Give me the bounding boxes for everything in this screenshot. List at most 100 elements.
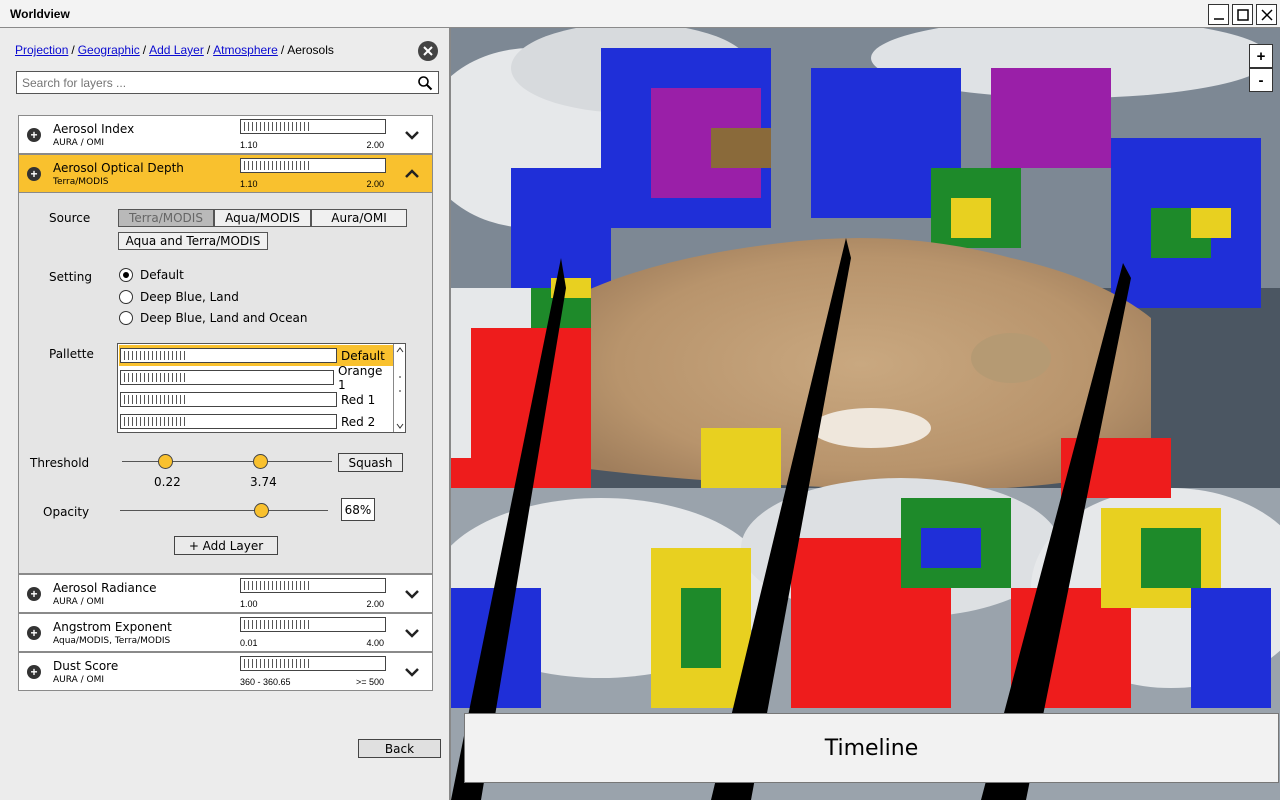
- range-min: 360 - 360.65: [240, 677, 291, 687]
- opacity-value[interactable]: 68%: [341, 498, 375, 521]
- add-layer-icon[interactable]: +: [27, 128, 41, 142]
- setting-option-label: Default: [140, 268, 184, 282]
- add-layer-icon[interactable]: +: [27, 665, 41, 679]
- timeline-panel[interactable]: Timeline: [464, 713, 1279, 783]
- range-min: 1.00: [240, 599, 258, 609]
- source-aura-omi-button[interactable]: Aura/OMI: [311, 209, 407, 227]
- layer-source: Aqua/MODIS, Terra/MODIS: [53, 636, 171, 646]
- range-min: 0.01: [240, 638, 258, 648]
- palette-preview: [240, 578, 386, 593]
- source-terra-modis-button[interactable]: Terra/MODIS: [118, 209, 214, 227]
- layer-row-dust-score[interactable]: + Dust Score AURA / OMI 360 - 360.65 >= …: [18, 652, 433, 691]
- layer-row-aerosol-optical-depth[interactable]: + Aerosol Optical Depth Terra/MODIS 1.10…: [18, 154, 433, 193]
- breadcrumb: Projection / Geographic / Add Layer / Atmosphe…: [15, 43, 334, 57]
- squash-button[interactable]: Squash: [338, 453, 403, 472]
- minimize-button[interactable]: [1208, 4, 1229, 25]
- opacity-label: Opacity: [43, 505, 90, 519]
- range-max: 2.00: [366, 599, 384, 609]
- palette-option-orange-1[interactable]: Orange 1: [119, 364, 393, 392]
- map-view[interactable]: [451, 28, 1280, 800]
- chevron-down-icon[interactable]: [404, 128, 420, 142]
- layer-name: Aerosol Index: [53, 122, 135, 136]
- chevron-down-icon[interactable]: [404, 587, 420, 601]
- breadcrumb-geographic[interactable]: Geographic: [78, 43, 140, 57]
- breadcrumb-atmosphere[interactable]: Atmosphere: [213, 43, 278, 57]
- chevron-down-icon[interactable]: [404, 665, 420, 679]
- window-titlebar: Worldview: [0, 0, 1280, 28]
- layer-row-angstrom-exponent[interactable]: + Angstrom Exponent Aqua/MODIS, Terra/MO…: [18, 613, 433, 652]
- palette-list: Default Orange 1 Red 1 Red 2: [117, 343, 406, 433]
- breadcrumb-projection[interactable]: Projection: [15, 43, 68, 57]
- radio-icon: [119, 290, 133, 304]
- layer-panel: Projection / Geographic / Add Layer / Atmosphe…: [0, 28, 451, 800]
- range-max: 2.00: [366, 140, 384, 150]
- layer-name: Aerosol Optical Depth: [53, 161, 184, 175]
- layer-detail-panel: Source Terra/MODIS Aqua/MODIS Aura/OMI A…: [18, 193, 433, 574]
- layer-source: Terra/MODIS: [53, 177, 109, 187]
- zoom-out-button[interactable]: -: [1249, 68, 1273, 92]
- setting-label: Setting: [49, 270, 92, 284]
- breadcrumb-add-layer[interactable]: Add Layer: [149, 43, 204, 57]
- close-icon: [1260, 8, 1273, 21]
- close-icon: [423, 46, 433, 56]
- threshold-max-handle[interactable]: [253, 454, 268, 469]
- layer-source: AURA / OMI: [53, 675, 105, 685]
- layer-row-aerosol-radiance[interactable]: + Aerosol Radiance AURA / OMI 1.00 2.00: [18, 574, 433, 613]
- add-layer-button[interactable]: + Add Layer: [174, 536, 278, 555]
- layer-row-aerosol-index[interactable]: + Aerosol Index AURA / OMI 1.10 2.00: [18, 115, 433, 154]
- breadcrumb-current: Aerosols: [287, 43, 334, 57]
- close-panel-button[interactable]: [418, 41, 438, 61]
- zoom-in-button[interactable]: +: [1249, 44, 1273, 68]
- palette-preview: [240, 617, 386, 632]
- setting-option-label: Deep Blue, Land: [140, 290, 239, 304]
- search-input[interactable]: [17, 72, 407, 93]
- range-max: >= 500: [355, 677, 384, 687]
- scrollbar-arrows-icon: [396, 347, 403, 429]
- maximize-button[interactable]: [1232, 4, 1253, 25]
- threshold-min-value: 0.22: [154, 475, 181, 489]
- threshold-min-handle[interactable]: [158, 454, 173, 469]
- maximize-icon: [1236, 8, 1249, 21]
- palette-preview: [240, 158, 386, 173]
- palette-option-red-2[interactable]: Red 2: [119, 411, 393, 432]
- setting-default-radio[interactable]: Default: [119, 268, 184, 282]
- source-aqua-modis-button[interactable]: Aqua/MODIS: [214, 209, 311, 227]
- radio-selected-icon: [119, 268, 133, 282]
- palette-scrollbar[interactable]: [393, 344, 405, 432]
- layer-list: + Aerosol Index AURA / OMI 1.10 2.00 + A…: [18, 115, 433, 691]
- setting-deep-blue-land-radio[interactable]: Deep Blue, Land: [119, 290, 239, 304]
- setting-deep-blue-land-ocean-radio[interactable]: Deep Blue, Land and Ocean: [119, 311, 307, 325]
- minimize-icon: [1213, 17, 1224, 20]
- search-box: [16, 71, 439, 94]
- threshold-slider-track[interactable]: [122, 461, 332, 462]
- chevron-up-icon[interactable]: [404, 167, 420, 181]
- range-min: 1.10: [240, 140, 258, 150]
- layer-name: Dust Score: [53, 659, 119, 673]
- range-max: 2.00: [366, 179, 384, 189]
- layer-name: Aerosol Radiance: [53, 581, 157, 595]
- opacity-slider-track[interactable]: [120, 510, 328, 511]
- setting-option-label: Deep Blue, Land and Ocean: [140, 311, 308, 325]
- close-window-button[interactable]: [1256, 4, 1277, 25]
- add-layer-icon[interactable]: +: [27, 167, 41, 181]
- palette-option-red-1[interactable]: Red 1: [119, 389, 393, 410]
- radio-icon: [119, 311, 133, 325]
- back-button[interactable]: Back: [358, 739, 441, 758]
- palette-preview: [240, 119, 386, 134]
- threshold-label: Threshold: [30, 456, 90, 470]
- layer-name: Angstrom Exponent: [53, 620, 172, 634]
- threshold-max-value: 3.74: [250, 475, 277, 489]
- range-min: 1.10: [240, 179, 258, 189]
- chevron-down-icon[interactable]: [404, 626, 420, 640]
- palette-preview: [240, 656, 386, 671]
- add-layer-icon[interactable]: +: [27, 626, 41, 640]
- search-icon[interactable]: [417, 75, 433, 91]
- window-title: Worldview: [10, 7, 70, 21]
- opacity-handle[interactable]: [253, 503, 269, 518]
- timeline-label: Timeline: [824, 735, 919, 761]
- palette-label: Pallette: [49, 347, 94, 361]
- layer-source: AURA / OMI: [53, 138, 105, 148]
- add-layer-icon[interactable]: +: [27, 587, 41, 601]
- source-label: Source: [49, 211, 91, 225]
- source-aqua-terra-modis-button[interactable]: Aqua and Terra/MODIS: [118, 232, 268, 250]
